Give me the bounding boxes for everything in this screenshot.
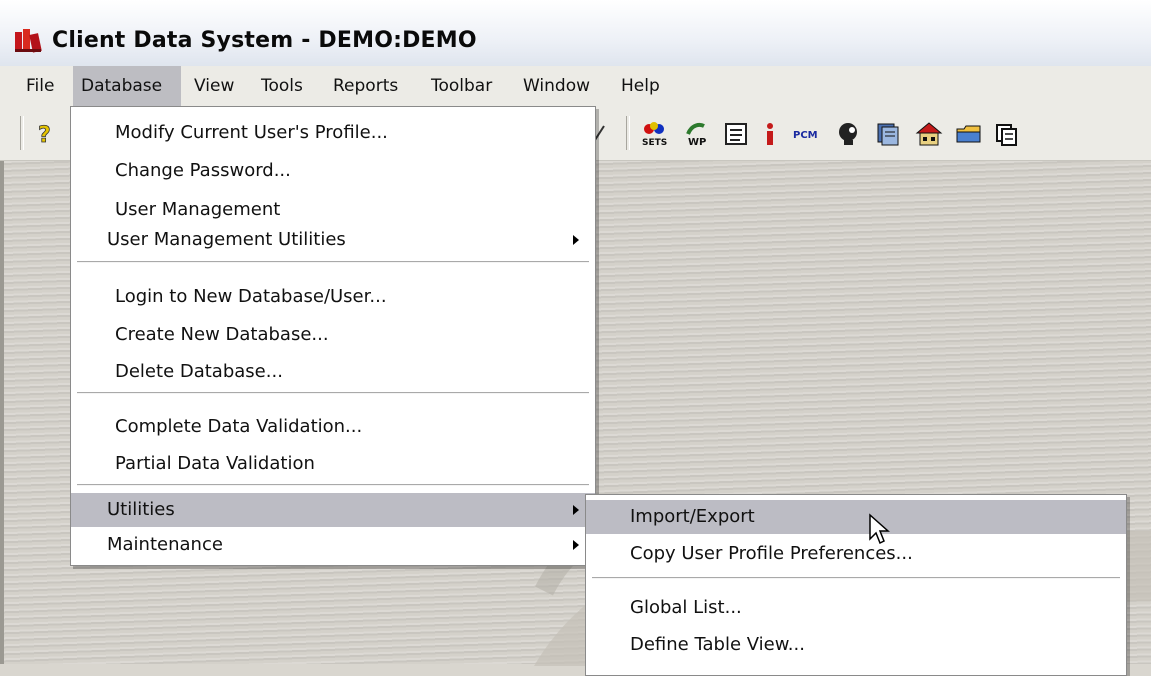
menu-window[interactable]: Window bbox=[515, 66, 598, 106]
pcm-icon[interactable]: PCM bbox=[792, 120, 822, 148]
menu-separator bbox=[77, 261, 589, 263]
menu-separator bbox=[77, 484, 589, 486]
folder-icon[interactable] bbox=[954, 120, 984, 148]
menu-item-modify-profile[interactable]: Modify Current User's Profile... bbox=[71, 116, 595, 150]
menu-item-change-password[interactable]: Change Password... bbox=[71, 154, 595, 188]
documents-icon[interactable] bbox=[874, 120, 904, 148]
toolbar-separator bbox=[20, 116, 24, 150]
menu-database[interactable]: Database bbox=[73, 66, 181, 106]
menu-item-login-new-database[interactable]: Login to New Database/User... bbox=[71, 280, 595, 314]
notes-icon[interactable] bbox=[722, 120, 752, 148]
menu-view[interactable]: View bbox=[186, 66, 242, 106]
menu-item-create-database[interactable]: Create New Database... bbox=[71, 318, 595, 352]
window-title: Client Data System - DEMO:DEMO bbox=[52, 28, 477, 53]
house-icon[interactable] bbox=[914, 120, 944, 148]
sets-label: SETS bbox=[642, 138, 667, 148]
menu-item-maintenance[interactable]: Maintenance bbox=[71, 528, 595, 562]
menu-item-user-management-utilities[interactable]: User Management Utilities bbox=[71, 223, 595, 257]
submenu-arrow-icon bbox=[573, 505, 579, 515]
menu-item-global-list[interactable]: Global List... bbox=[586, 591, 1126, 625]
wp-label: WP bbox=[688, 137, 706, 148]
menu-item-copy-profile-preferences[interactable]: Copy User Profile Preferences... bbox=[586, 537, 1126, 571]
menu-reports[interactable]: Reports bbox=[325, 66, 406, 106]
menu-item-complete-validation[interactable]: Complete Data Validation... bbox=[71, 410, 595, 444]
menu-help[interactable]: Help bbox=[613, 66, 668, 106]
info-icon[interactable] bbox=[760, 120, 780, 148]
menu-separator bbox=[77, 392, 589, 394]
sets-icon[interactable]: SETS bbox=[640, 120, 670, 148]
menu-item-user-management[interactable]: User Management bbox=[71, 193, 595, 227]
toolbar-separator bbox=[626, 116, 630, 150]
menu-item-utilities[interactable]: Utilities bbox=[71, 493, 595, 527]
menu-item-label: User Management Utilities bbox=[107, 229, 346, 250]
menu-tools[interactable]: Tools bbox=[253, 66, 311, 106]
menu-file[interactable]: File bbox=[18, 66, 62, 106]
books-app-icon bbox=[15, 29, 42, 53]
menu-item-partial-validation[interactable]: Partial Data Validation bbox=[71, 447, 595, 481]
wp-icon[interactable]: WP bbox=[682, 120, 712, 148]
menu-item-import-export[interactable]: Import/Export bbox=[586, 500, 1126, 534]
menu-item-label: Utilities bbox=[107, 499, 175, 520]
menu-item-label: Maintenance bbox=[107, 534, 223, 555]
reports-icon[interactable] bbox=[992, 120, 1022, 148]
title-bar: Client Data System - DEMO:DEMO bbox=[0, 0, 1151, 66]
menu-separator bbox=[592, 577, 1120, 579]
svg-text:?: ? bbox=[38, 123, 51, 148]
mouse-cursor-icon bbox=[869, 513, 890, 545]
menu-item-define-table-view[interactable]: Define Table View... bbox=[586, 628, 1126, 662]
submenu-arrow-icon bbox=[573, 540, 579, 550]
help-icon[interactable]: ? bbox=[32, 120, 62, 148]
pcm-label: PCM bbox=[793, 130, 818, 141]
menu-item-delete-database[interactable]: Delete Database... bbox=[71, 355, 595, 389]
submenu-arrow-icon bbox=[573, 235, 579, 245]
menu-bar: File Database View Tools Reports Toolbar… bbox=[0, 66, 1151, 107]
person-icon[interactable] bbox=[834, 120, 864, 148]
menu-toolbar[interactable]: Toolbar bbox=[423, 66, 500, 106]
utilities-submenu: Import/Export Copy User Profile Preferen… bbox=[585, 494, 1127, 676]
database-menu: Modify Current User's Profile... Change … bbox=[70, 106, 596, 566]
